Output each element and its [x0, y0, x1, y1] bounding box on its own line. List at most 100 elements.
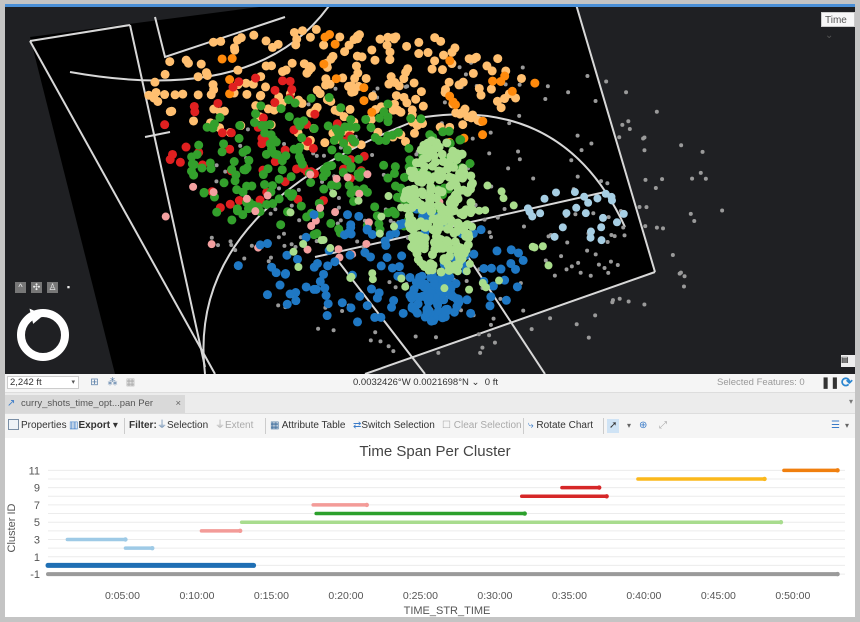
rotate-chart-button[interactable]: ⤷ Rotate Chart: [528, 419, 593, 433]
shot-point: [642, 148, 647, 153]
shot-point: [376, 261, 386, 271]
shot-point: [331, 208, 340, 217]
shot-point: [391, 181, 401, 191]
shot-point: [346, 273, 355, 282]
export-button[interactable]: ▥Export ▾: [69, 419, 118, 433]
shot-point: [507, 86, 517, 96]
full-extent-chart-icon[interactable]: ⤢: [659, 419, 667, 433]
shot-point: [354, 196, 363, 205]
y-tick-label: -1: [30, 569, 40, 581]
shot-point: [343, 210, 353, 220]
pause-drawing-button[interactable]: ❚❚: [821, 376, 839, 389]
shot-point: [350, 73, 360, 83]
y-tick-label: 9: [34, 483, 40, 495]
shot-point: [233, 261, 243, 271]
legend-dropdown[interactable]: ▾: [845, 419, 849, 433]
grid-add-icon[interactable]: ⊞: [89, 377, 100, 388]
shot-point: [365, 252, 375, 262]
tab-chart-time-span[interactable]: ↗ curry_shots_time_opt...pan Per Cluster…: [5, 395, 185, 427]
shot-point: [282, 243, 287, 248]
map-status-bar: 2,242 ft ▾ ⊞ ⁂ ▦ 0.0032426°W 0.0021698°N …: [5, 374, 855, 393]
switch-selection-button[interactable]: ⇄Switch Selection: [353, 419, 435, 433]
shot-point: [462, 267, 471, 276]
shot-point: [573, 212, 578, 217]
snapping-icon[interactable]: ⁂: [107, 377, 118, 388]
shot-point: [319, 40, 329, 50]
shot-point: [383, 131, 393, 141]
time-dropdown[interactable]: Time ⌄: [821, 12, 855, 41]
shot-point: [412, 236, 422, 246]
shot-point: [302, 68, 312, 78]
shot-point: [580, 192, 589, 201]
shot-point: [321, 74, 331, 84]
shot-point: [189, 116, 199, 126]
shot-point: [391, 91, 401, 101]
walk-icon[interactable]: ♙: [47, 282, 58, 293]
shot-point: [543, 96, 548, 101]
shot-point: [488, 130, 493, 135]
shot-point: [411, 158, 421, 168]
zoom-in-icon[interactable]: ⊕: [639, 419, 647, 433]
attribute-table-button[interactable]: ▦ Attribute Table: [270, 419, 345, 433]
shot-point: [424, 266, 433, 275]
y-tick-labels: -1 1 3 5 7 9 11: [29, 465, 40, 581]
filter-extent-button[interactable]: ⏚Extent: [215, 419, 253, 433]
shot-point: [320, 138, 330, 148]
time-span-chart[interactable]: Time Span Per Cluster Cluster ID TIME_ST…: [5, 438, 855, 617]
cluster-end-point: [150, 545, 155, 551]
close-icon[interactable]: ×: [175, 395, 181, 413]
x-tick-label: 0:45:00: [701, 590, 736, 602]
map-view-3d[interactable]: Time ⌄ ^ ✣ ♙ ▪ ▤: [5, 7, 855, 374]
shot-point: [506, 166, 511, 171]
select-tool-button[interactable]: ➚: [607, 419, 620, 433]
cluster-end-point: [835, 571, 840, 577]
shot-point: [558, 223, 567, 232]
app-frame: Time ⌄ ^ ✣ ♙ ▪ ▤ 2,242 ft ▾ ⊞ ⁂ ▦ 0.00324…: [5, 4, 855, 617]
shot-point: [436, 267, 446, 277]
shot-point: [375, 229, 384, 238]
shot-point: [487, 151, 492, 156]
x-tick-label: 0:25:00: [403, 590, 438, 602]
shot-point: [501, 295, 511, 305]
shot-point: [255, 91, 265, 101]
table-grid-icon[interactable]: ▦: [125, 377, 136, 388]
shot-point: [281, 151, 291, 161]
shot-point: [165, 107, 175, 117]
shot-point: [228, 82, 238, 92]
shot-point: [289, 247, 298, 256]
filter-selection-button[interactable]: ⏚Selection: [157, 419, 208, 433]
map-corner-tool-icon[interactable]: ▤: [841, 355, 855, 367]
shot-point: [394, 262, 404, 272]
shot-point: [333, 86, 338, 91]
shot-point: [323, 299, 333, 309]
scale-dropdown[interactable]: 2,242 ft ▾: [7, 376, 79, 389]
full-extent-icon[interactable]: ✣: [31, 282, 42, 293]
nav-up-icon[interactable]: ^: [15, 282, 26, 293]
legend-list-icon[interactable]: ☰: [831, 419, 840, 433]
shot-point: [229, 243, 234, 248]
clear-selection-button[interactable]: ☐ Clear Selection: [442, 419, 522, 433]
shot-point: [178, 89, 188, 99]
properties-button[interactable]: Properties: [8, 419, 67, 433]
shot-point: [593, 99, 598, 104]
overview-icon[interactable]: ▪: [63, 282, 74, 293]
shot-point: [654, 225, 659, 230]
shot-point: [670, 252, 675, 257]
shot-point: [643, 224, 648, 229]
y-tick-label: 7: [34, 500, 40, 512]
shot-point: [340, 154, 350, 164]
cluster-end-point: [835, 468, 840, 473]
shot-point: [591, 211, 596, 216]
shot-point: [506, 258, 516, 268]
refresh-icon[interactable]: ⟳: [841, 374, 853, 391]
select-tool-dropdown[interactable]: ▾: [627, 419, 631, 433]
shot-point: [438, 156, 448, 166]
tab-menu-chevron-icon[interactable]: ▾: [849, 397, 853, 406]
shot-point: [291, 296, 301, 306]
shot-point: [370, 133, 380, 143]
coord-format-dropdown[interactable]: ⌄: [472, 377, 480, 388]
shot-point: [268, 211, 273, 216]
shot-point: [274, 174, 284, 184]
shot-point: [383, 117, 393, 127]
navigator-ring[interactable]: [17, 309, 69, 361]
